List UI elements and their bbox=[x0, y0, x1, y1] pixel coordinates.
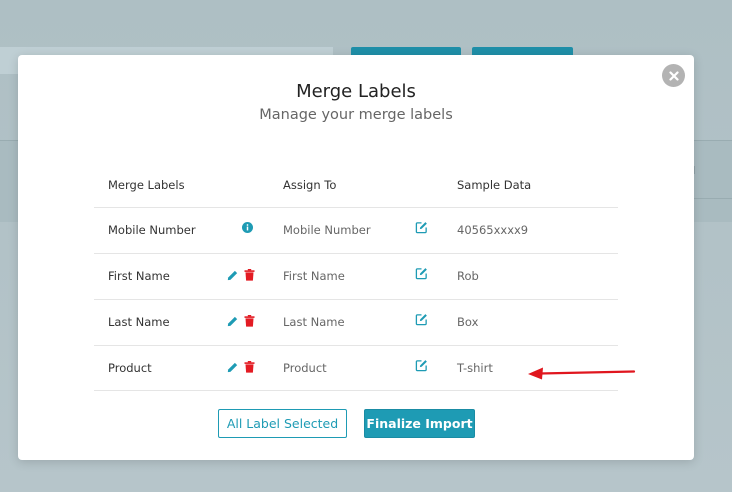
sample-data-value: Rob bbox=[457, 269, 479, 283]
finalize-import-button[interactable]: Finalize Import bbox=[364, 409, 475, 438]
merge-label-name: Product bbox=[108, 361, 152, 375]
trash-icon[interactable] bbox=[244, 361, 255, 373]
column-header-sample-data: Sample Data bbox=[457, 178, 532, 192]
trash-icon[interactable] bbox=[244, 315, 255, 327]
edit-assignment-icon[interactable] bbox=[415, 359, 428, 372]
close-icon bbox=[668, 70, 679, 81]
assign-to-value: Mobile Number bbox=[283, 223, 371, 237]
pencil-icon[interactable] bbox=[227, 316, 238, 327]
merge-label-name: Mobile Number bbox=[108, 223, 196, 237]
pencil-icon[interactable] bbox=[227, 362, 238, 373]
table-row: Last Name Last Name Box bbox=[94, 300, 618, 346]
column-header-assign-to: Assign To bbox=[283, 178, 337, 192]
modal-title: Merge Labels bbox=[296, 81, 416, 102]
edit-assignment-icon[interactable] bbox=[415, 267, 428, 280]
merge-label-name: Last Name bbox=[108, 315, 170, 329]
sample-data-value: 40565xxxx9 bbox=[457, 223, 529, 237]
assign-to-value: Product bbox=[283, 361, 327, 375]
trash-icon[interactable] bbox=[244, 269, 255, 281]
assign-to-value: Last Name bbox=[283, 315, 345, 329]
background-divider bbox=[694, 198, 732, 199]
edit-assignment-icon[interactable] bbox=[415, 221, 428, 234]
table-row: Mobile Number Mobile Number 40565xxxx9 bbox=[94, 208, 618, 254]
column-header-merge-labels: Merge Labels bbox=[108, 178, 185, 192]
merge-label-name: First Name bbox=[108, 269, 170, 283]
sample-data-value: T-shirt bbox=[457, 361, 493, 375]
modal-subtitle: Manage your merge labels bbox=[259, 107, 453, 123]
assign-to-value: First Name bbox=[283, 269, 345, 283]
sample-data-value: Box bbox=[457, 315, 479, 329]
all-label-selected-button[interactable]: All Label Selected bbox=[218, 409, 347, 438]
annotation-arrow-icon bbox=[528, 367, 636, 380]
merge-labels-table: Merge Labels Assign To Sample Data Mobil… bbox=[94, 162, 618, 391]
edit-assignment-icon[interactable] bbox=[415, 313, 428, 326]
info-icon[interactable] bbox=[242, 222, 253, 233]
table-header: Merge Labels Assign To Sample Data bbox=[94, 162, 618, 208]
pencil-icon[interactable] bbox=[227, 270, 238, 281]
table-row: First Name First Name Rob bbox=[94, 254, 618, 300]
